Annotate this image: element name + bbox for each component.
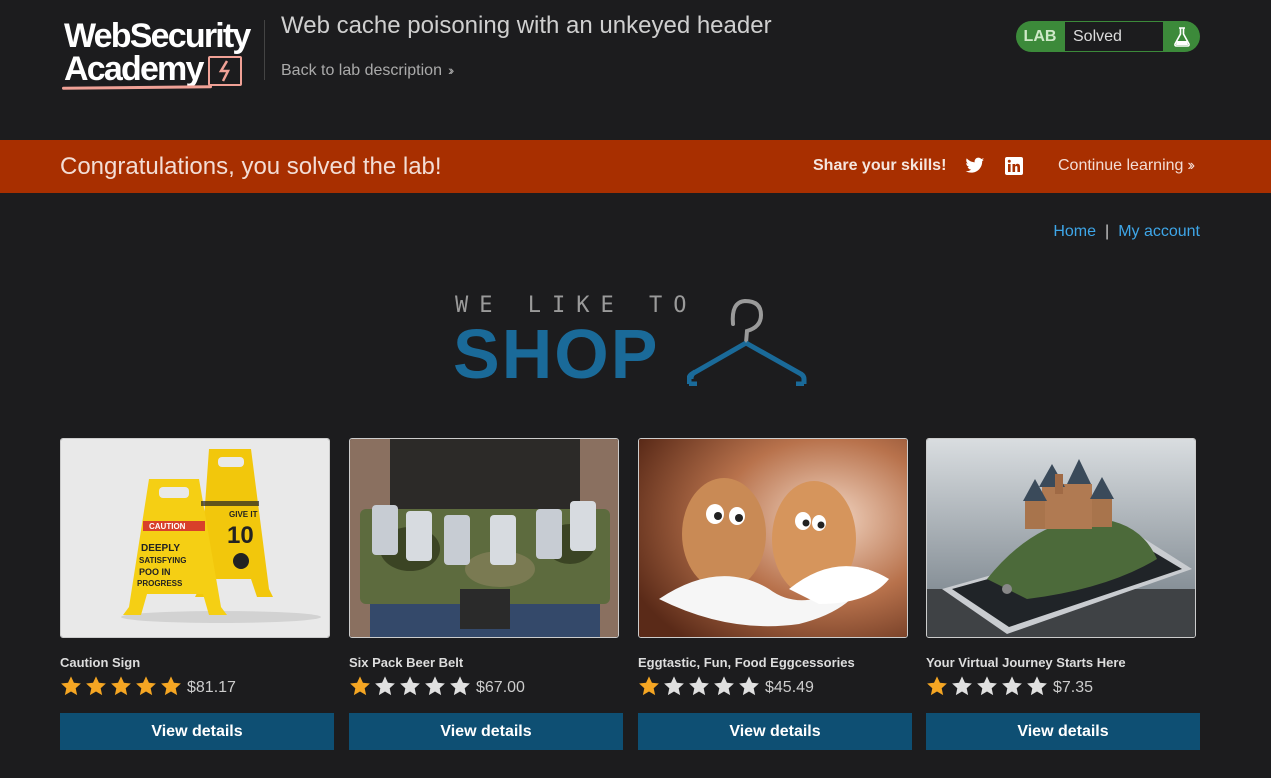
lab-badge: LAB xyxy=(1023,28,1057,45)
product-card: CAUTION DEEPLY SATISFYING POO IN PROGRES… xyxy=(60,438,334,750)
view-details-button[interactable]: View details xyxy=(60,713,334,750)
logo-text-line2: Academy xyxy=(64,50,204,88)
product-image-caution-sign[interactable]: CAUTION DEEPLY SATISFYING POO IN PROGRES… xyxy=(60,438,330,638)
top-nav: Home | My account xyxy=(1053,223,1200,241)
header: WebSecurity Academy Web cache poisoning … xyxy=(0,0,1271,140)
star-empty-icon xyxy=(739,676,759,696)
svg-text:CAUTION: CAUTION xyxy=(149,522,186,531)
svg-text:10: 10 xyxy=(227,522,254,549)
continue-learning-link[interactable]: Continue learning ›› xyxy=(1058,157,1195,175)
product-card: Six Pack Beer Belt $67.00 View details xyxy=(349,438,623,750)
product-price: $81.17 xyxy=(187,679,236,696)
double-chevron-right-icon: ›› xyxy=(447,62,455,78)
twitter-icon[interactable] xyxy=(965,157,985,175)
lab-title: Web cache poisoning with an unkeyed head… xyxy=(281,12,772,39)
websecurity-academy-logo[interactable]: WebSecurity Academy xyxy=(60,18,265,93)
share-skills-label: Share your skills! xyxy=(813,157,947,174)
view-details-button[interactable]: View details xyxy=(349,713,623,750)
double-chevron-right-icon: ›› xyxy=(1187,157,1194,174)
continue-learning-label: Continue learning xyxy=(1058,157,1184,174)
linkedin-icon[interactable] xyxy=(1005,157,1023,175)
star-empty-icon xyxy=(400,676,420,696)
view-details-button[interactable]: View details xyxy=(638,713,912,750)
solved-banner: Congratulations, you solved the lab! Sha… xyxy=(0,140,1271,193)
star-rating: $81.17 xyxy=(60,674,334,698)
product-image-eggtastic[interactable] xyxy=(638,438,908,638)
star-filled-icon xyxy=(927,676,947,696)
home-link[interactable]: Home xyxy=(1053,223,1096,240)
star-filled-icon xyxy=(350,676,370,696)
star-filled-icon xyxy=(61,676,81,696)
logo-text-line1: WebSecurity xyxy=(64,17,251,55)
header-divider xyxy=(264,20,265,80)
star-empty-icon xyxy=(689,676,709,696)
star-rating: $45.49 xyxy=(638,674,912,698)
product-name: Eggtastic, Fun, Food Eggcessories xyxy=(638,655,855,670)
product-price: $45.49 xyxy=(765,679,814,696)
product-card: Your Virtual Journey Starts Here $7.35 V… xyxy=(926,438,1200,750)
my-account-link[interactable]: My account xyxy=(1118,223,1200,240)
star-filled-icon xyxy=(111,676,131,696)
product-name: Caution Sign xyxy=(60,655,141,670)
star-empty-icon xyxy=(1027,676,1047,696)
lab-status-widget: LAB Solved xyxy=(1016,21,1200,52)
star-empty-icon xyxy=(425,676,445,696)
back-link-label: Back to lab description xyxy=(281,62,442,79)
we-like-to-shop-logo: WE LIKE TO SHOP xyxy=(453,290,813,390)
svg-text:GIVE IT: GIVE IT xyxy=(229,510,258,519)
star-filled-icon xyxy=(86,676,106,696)
logo-underline xyxy=(61,85,213,90)
star-empty-icon xyxy=(450,676,470,696)
flask-icon xyxy=(1174,27,1190,47)
clothes-hanger-icon xyxy=(687,298,807,386)
view-details-button[interactable]: View details xyxy=(926,713,1200,750)
product-price: $7.35 xyxy=(1053,679,1094,696)
svg-text:DEEPLY: DEEPLY xyxy=(141,543,180,554)
svg-text:POO IN: POO IN xyxy=(139,567,171,577)
shop-logo-word: SHOP xyxy=(453,315,660,393)
product-card: Eggtastic, Fun, Food Eggcessories $45.49… xyxy=(638,438,912,750)
star-rating: $7.35 xyxy=(926,674,1200,698)
star-filled-icon xyxy=(639,676,659,696)
back-to-lab-description-link[interactable]: Back to lab description ›› xyxy=(281,62,455,80)
logo-lightning-icon xyxy=(208,56,242,86)
product-image-six-pack-beer-belt[interactable] xyxy=(349,438,619,638)
lab-status-text: Solved xyxy=(1065,22,1163,51)
congratulations-message: Congratulations, you solved the lab! xyxy=(60,153,442,180)
star-empty-icon xyxy=(664,676,684,696)
star-empty-icon xyxy=(375,676,395,696)
svg-text:SATISFYING: SATISFYING xyxy=(139,556,186,565)
star-empty-icon xyxy=(714,676,734,696)
nav-separator: | xyxy=(1105,223,1110,240)
product-price: $67.00 xyxy=(476,679,525,696)
product-name: Your Virtual Journey Starts Here xyxy=(926,655,1126,670)
product-name: Six Pack Beer Belt xyxy=(349,655,464,670)
star-empty-icon xyxy=(952,676,972,696)
product-image-virtual-journey[interactable] xyxy=(926,438,1196,638)
star-empty-icon xyxy=(977,676,997,696)
star-filled-icon xyxy=(136,676,156,696)
star-empty-icon xyxy=(1002,676,1022,696)
star-rating: $67.00 xyxy=(349,674,623,698)
svg-text:PROGRESS: PROGRESS xyxy=(137,579,183,588)
star-filled-icon xyxy=(161,676,181,696)
